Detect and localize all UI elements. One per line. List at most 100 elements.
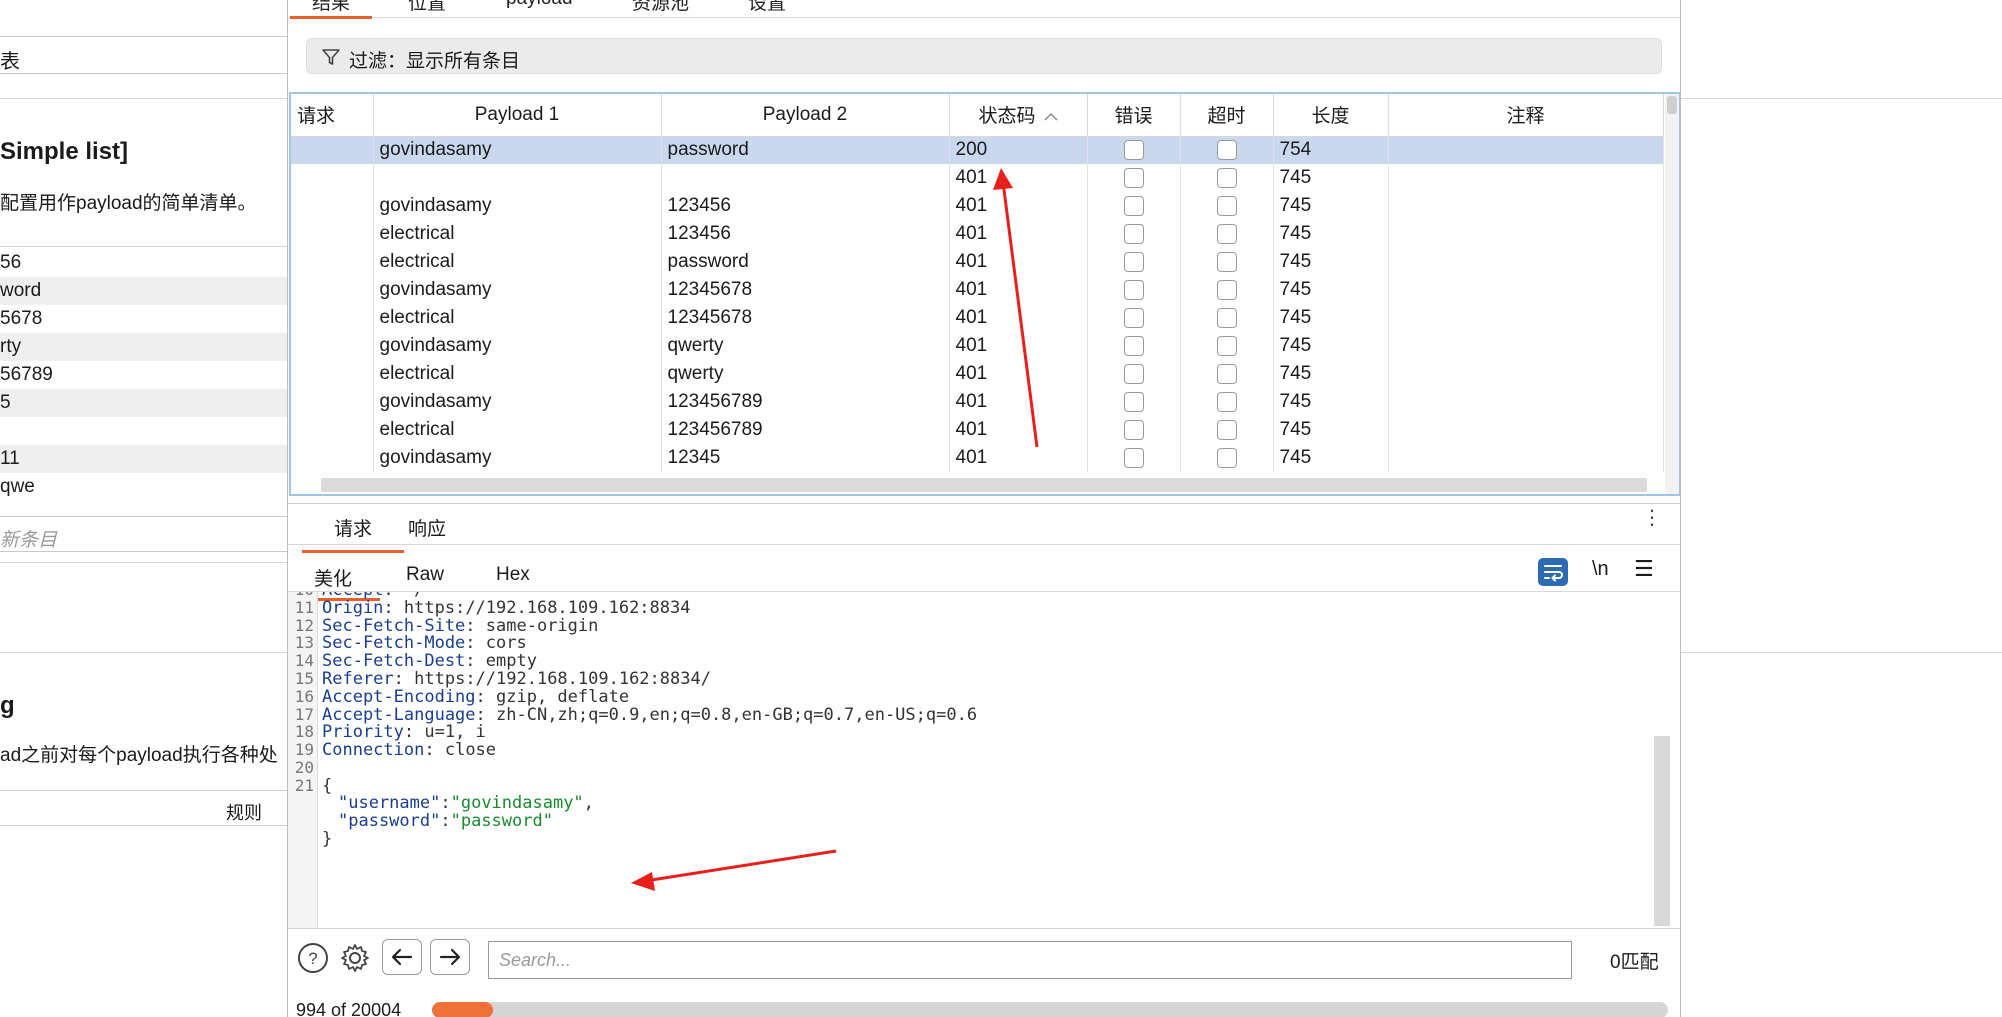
column-header-label: Payload 1 (474, 103, 560, 125)
cell-status-code: 401 (949, 332, 1088, 360)
list-item[interactable]: qwe (0, 473, 288, 501)
progress-bar-fill (432, 1002, 493, 1017)
cell-request (291, 192, 374, 220)
table-row[interactable]: govindasamy password 200 754 (291, 136, 1664, 164)
cell-timeout (1180, 388, 1274, 416)
request-editor[interactable]: 10Accept: */*11Origin: https://192.168.1… (288, 592, 1680, 928)
cell-comment (1388, 416, 1664, 444)
editor-scrollbar[interactable] (1654, 592, 1670, 928)
column-header-error[interactable]: 错误 (1087, 94, 1181, 137)
table-row[interactable]: 401 745 (291, 164, 1664, 192)
cell-error (1087, 388, 1181, 416)
column-header-length[interactable]: 长度 (1273, 94, 1389, 137)
table-row[interactable]: electrical qwerty 401 745 (291, 360, 1664, 388)
hamburger-menu-icon[interactable]: ☰ (1634, 556, 1654, 582)
results-vertical-scrollbar[interactable] (1665, 94, 1679, 494)
checkbox (1216, 447, 1237, 468)
rule-table-header: 规则 (0, 790, 288, 826)
message-view-tabs: 美化 Raw Hex \n ☰ (288, 546, 1680, 601)
checkbox (1216, 223, 1237, 244)
help-icon[interactable]: ? (296, 941, 330, 975)
list-item[interactable]: word (0, 277, 288, 305)
column-header-comment[interactable]: 注释 (1388, 94, 1664, 137)
list-item[interactable]: 5 (0, 389, 288, 417)
tab-resource-pool[interactable]: 资源池 (632, 0, 689, 15)
new-item-input[interactable]: 新条目 (0, 516, 288, 552)
word-wrap-icon[interactable] (1538, 558, 1568, 586)
table-row[interactable]: electrical 123456789 401 745 (291, 416, 1664, 444)
table-row[interactable]: electrical 12345678 401 745 (291, 304, 1664, 332)
table-row[interactable]: govindasamy qwerty 401 745 (291, 332, 1664, 360)
column-header-payload2[interactable]: Payload 2 (661, 94, 950, 137)
filter-bar[interactable]: 过滤：显示所有条目 (306, 38, 1662, 74)
list-item[interactable]: 11 (0, 445, 288, 473)
next-match-button[interactable] (430, 939, 470, 975)
cell-error (1087, 360, 1181, 388)
cell-status-code: 401 (949, 388, 1088, 416)
header-name: Connection (322, 740, 425, 761)
column-header-label: 状态码 (978, 106, 1036, 128)
cell-length: 745 (1273, 276, 1389, 304)
list-item[interactable] (0, 417, 288, 445)
checkbox (1123, 447, 1144, 468)
table-row[interactable]: govindasamy 123456 401 745 (291, 192, 1664, 220)
cell-error (1087, 332, 1181, 360)
cell-payload2: password (661, 248, 950, 276)
column-header-request[interactable]: 请求 (291, 94, 374, 137)
table-row[interactable]: govindasamy 12345678 401 745 (291, 276, 1664, 304)
tab-pretty[interactable]: 美化 (288, 564, 381, 601)
search-input[interactable]: Search... (488, 941, 1572, 979)
cell-error (1087, 220, 1181, 248)
table-row[interactable]: electrical password 401 745 (291, 248, 1664, 276)
left-background-panel: 表 Simple list] 配置用作payload的简单清单。 56 word… (0, 0, 288, 1017)
checkbox (1123, 307, 1144, 328)
intruder-results-window: 结果 位置 payload 资源池 设置 过滤：显示所有条目 请求 Payloa… (287, 0, 1681, 1017)
filter-label: 过滤：显示所有条目 (349, 51, 521, 72)
results-horizontal-scrollbar[interactable] (321, 478, 1647, 492)
tab-payloads[interactable]: payload (506, 0, 573, 10)
scrollbar-thumb[interactable] (1667, 96, 1677, 114)
list-item[interactable]: 56789 (0, 361, 288, 389)
list-item[interactable]: 5678 (0, 305, 288, 333)
table-row[interactable]: govindasamy 123456789 401 745 (291, 388, 1664, 416)
scrollbar-thumb[interactable] (1654, 736, 1670, 926)
tab-response[interactable]: 响应 (408, 514, 446, 541)
cell-request (291, 248, 374, 276)
json-body-line: "password":"password" (338, 810, 553, 831)
column-header-label: Payload 2 (762, 103, 848, 125)
payload-type-select[interactable]: 表 (0, 36, 288, 74)
cell-payload2 (661, 164, 950, 192)
section-title-simple-list: Simple list] (0, 138, 129, 165)
json-value: "password" (450, 810, 553, 831)
tab-request[interactable]: 请求 (301, 514, 405, 553)
column-header-status[interactable]: 状态码 (949, 94, 1088, 137)
list-item[interactable]: 56 (0, 249, 288, 277)
cell-error (1087, 164, 1181, 192)
cell-length: 745 (1273, 360, 1389, 388)
table-row[interactable]: electrical 123456 401 745 (291, 220, 1664, 248)
more-options-icon[interactable]: ⋮ (1642, 508, 1662, 528)
table-row[interactable]: govindasamy 12345 401 745 (291, 444, 1664, 472)
cell-error (1087, 276, 1181, 304)
tab-settings[interactable]: 设置 (748, 0, 786, 15)
tab-positions[interactable]: 位置 (408, 0, 446, 15)
cell-payload1: electrical (373, 304, 662, 332)
json-key: "password" (338, 810, 441, 831)
checkbox (1123, 279, 1144, 300)
checkbox (1216, 279, 1237, 300)
column-header-timeout[interactable]: 超时 (1180, 94, 1274, 137)
cell-payload2: qwerty (661, 332, 950, 360)
previous-match-button[interactable] (382, 939, 422, 975)
tab-hex[interactable]: Hex (496, 564, 530, 586)
progress-label: 994 of 20004 (296, 1000, 402, 1017)
gear-icon[interactable] (338, 941, 372, 975)
cell-payload1: electrical (373, 220, 662, 248)
column-header-payload1[interactable]: Payload 1 (373, 94, 662, 137)
checkbox (1216, 391, 1237, 412)
tab-raw[interactable]: Raw (406, 564, 444, 586)
column-header-label: 长度 (1311, 106, 1350, 128)
list-item[interactable]: rty (0, 333, 288, 361)
tab-results[interactable]: 结果 (289, 0, 373, 19)
show-newlines-button[interactable]: \n (1592, 558, 1609, 581)
cell-request (291, 388, 374, 416)
